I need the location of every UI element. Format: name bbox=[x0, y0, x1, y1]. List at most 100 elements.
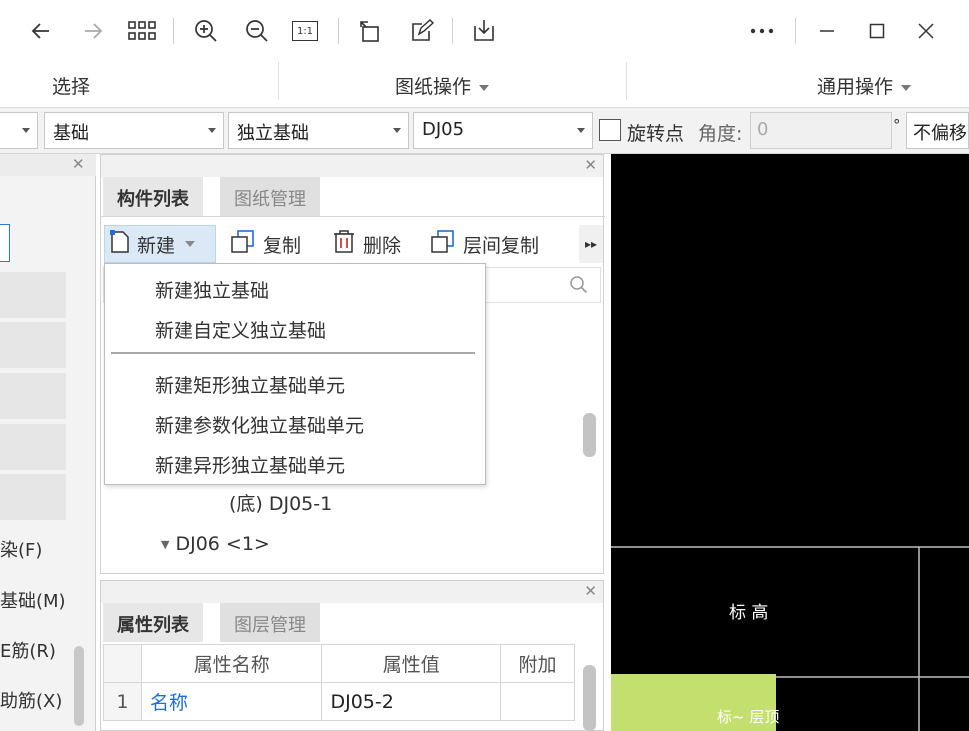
property-scrollbar[interactable] bbox=[583, 665, 596, 731]
category-select-value: 基础 bbox=[53, 123, 89, 144]
table-row[interactable]: 1 名称 DJ05-2 bbox=[103, 682, 575, 721]
close-icon[interactable]: ✕ bbox=[72, 155, 85, 173]
floor-copy-button[interactable]: 层间复制 bbox=[429, 225, 539, 263]
actual-size-button[interactable]: 1:1 bbox=[288, 14, 322, 48]
title-bar: 1:1 bbox=[0, 0, 969, 60]
tab-component-list[interactable]: 构件列表 bbox=[103, 177, 203, 216]
menu-item-new-shaped-unit[interactable]: 新建异形独立基础单元 bbox=[155, 451, 345, 478]
chevron-down-icon bbox=[22, 128, 30, 133]
ribbon-bar: 选择 图纸操作 通用操作 bbox=[0, 60, 969, 108]
zoom-out-icon[interactable] bbox=[240, 14, 274, 48]
chevron-down-icon bbox=[479, 84, 490, 91]
left-nav-tile[interactable] bbox=[0, 373, 66, 419]
zoom-in-icon[interactable] bbox=[189, 14, 223, 48]
type-select-value: 独立基础 bbox=[237, 123, 309, 144]
left-nav-item[interactable]: 助筋(X) bbox=[0, 687, 62, 713]
more-icon[interactable] bbox=[745, 14, 779, 48]
edit-icon[interactable] bbox=[405, 14, 439, 48]
property-name-cell[interactable]: 名称 bbox=[140, 682, 323, 721]
ribbon-group-select[interactable]: 选择 bbox=[52, 72, 90, 99]
floor-copy-button-label: 层间复制 bbox=[463, 234, 540, 257]
ribbon-group-general-ops-label: 通用操作 bbox=[817, 76, 894, 98]
chevron-down-icon bbox=[901, 84, 912, 91]
expand-arrow-icon: ▼ bbox=[161, 538, 170, 551]
ribbon-group-drawing-ops-label: 图纸操作 bbox=[395, 76, 472, 98]
left-nav-panel: ✕ 染(F) 基础(M) E筋(R) 助筋(X) bbox=[0, 154, 96, 731]
menu-item-new-custom-foundation[interactable]: 新建自定义独立基础 bbox=[155, 316, 326, 343]
row-index-header bbox=[103, 644, 142, 683]
component-select-value: DJ05 bbox=[422, 119, 465, 140]
copy-button[interactable]: 复制 bbox=[229, 225, 301, 263]
rotate-point-label: 旋转点 bbox=[627, 123, 685, 145]
delete-button[interactable]: 删除 bbox=[331, 225, 401, 263]
component-panel-header: ✕ bbox=[101, 155, 603, 177]
canvas-label: 标 高 bbox=[729, 603, 769, 623]
offset-select[interactable]: 不偏移 bbox=[906, 112, 969, 149]
download-icon[interactable] bbox=[467, 14, 501, 48]
maximize-icon[interactable] bbox=[860, 14, 894, 48]
canvas-label: 标~ 层顶 bbox=[717, 708, 780, 726]
property-list-panel: ✕ 属性列表 图层管理 属性名称 属性值 附加 1 名称 DJ05-2 bbox=[100, 580, 604, 731]
search-icon[interactable] bbox=[569, 275, 589, 300]
component-scrollbar[interactable] bbox=[583, 413, 596, 457]
separator bbox=[278, 62, 279, 100]
new-button[interactable]: 新建 bbox=[104, 225, 216, 263]
tab-drawing-management[interactable]: 图纸管理 bbox=[220, 177, 320, 216]
angle-label: 角度: bbox=[698, 123, 743, 145]
left-nav-item[interactable]: 基础(M) bbox=[0, 587, 66, 613]
property-table: 属性名称 属性值 附加 1 名称 DJ05-2 bbox=[103, 644, 575, 721]
toolbar-overflow-button[interactable]: ▸▸ bbox=[579, 225, 603, 263]
chevron-down-icon bbox=[393, 128, 401, 133]
floor-select[interactable] bbox=[0, 112, 38, 149]
component-select[interactable]: DJ05 bbox=[413, 112, 593, 149]
new-file-icon bbox=[109, 229, 131, 260]
property-panel-header: ✕ bbox=[101, 581, 603, 603]
new-dropdown-menu: 新建独立基础 新建自定义独立基础 新建矩形独立基础单元 新建参数化独立基础单元 … bbox=[104, 263, 486, 485]
left-nav-tile[interactable] bbox=[0, 474, 66, 520]
separator bbox=[626, 62, 627, 100]
left-nav-item[interactable]: E筋(R) bbox=[0, 637, 56, 663]
close-icon[interactable]: ✕ bbox=[584, 582, 597, 600]
left-search-input[interactable] bbox=[0, 224, 10, 262]
tree-item-group[interactable]: ▼ DJ06 <1> bbox=[161, 533, 270, 555]
separator bbox=[452, 18, 453, 44]
minimize-icon[interactable] bbox=[810, 14, 844, 48]
left-nav-tile[interactable] bbox=[0, 322, 66, 368]
left-scrollbar[interactable] bbox=[74, 646, 84, 726]
copy-icon bbox=[229, 229, 257, 260]
degree-symbol: ° bbox=[893, 116, 901, 134]
left-nav-tile[interactable] bbox=[0, 272, 66, 318]
grid-icon[interactable] bbox=[125, 14, 159, 48]
menu-item-new-param-unit[interactable]: 新建参数化独立基础单元 bbox=[155, 411, 364, 438]
ribbon-group-general-ops[interactable]: 通用操作 bbox=[817, 72, 912, 99]
new-button-label: 新建 bbox=[137, 234, 176, 257]
separator bbox=[338, 18, 339, 44]
table-header-row: 属性名称 属性值 附加 bbox=[103, 644, 575, 683]
property-extra-cell[interactable] bbox=[500, 682, 575, 721]
column-header: 属性值 bbox=[321, 644, 502, 683]
close-icon[interactable] bbox=[909, 14, 943, 48]
left-nav-tile[interactable] bbox=[0, 424, 66, 470]
chevron-down-icon bbox=[208, 128, 216, 133]
menu-item-new-isolated-foundation[interactable]: 新建独立基础 bbox=[155, 276, 269, 303]
drawing-canvas[interactable]: 标 高 标~ 层顶 bbox=[611, 154, 969, 731]
tree-item[interactable]: (底) DJ05-1 bbox=[229, 489, 332, 516]
property-value-cell[interactable]: DJ05-2 bbox=[321, 682, 502, 721]
arrow-right-icon[interactable] bbox=[76, 14, 110, 48]
ribbon-group-drawing-ops[interactable]: 图纸操作 bbox=[395, 72, 490, 99]
menu-item-new-rect-unit[interactable]: 新建矩形独立基础单元 bbox=[155, 371, 345, 398]
separator bbox=[795, 18, 796, 44]
tab-layer-management[interactable]: 图层管理 bbox=[220, 603, 320, 642]
category-select[interactable]: 基础 bbox=[44, 112, 224, 149]
rotate-point-checkbox[interactable] bbox=[599, 119, 621, 141]
rotate-icon[interactable] bbox=[354, 14, 388, 48]
angle-input[interactable]: 0 bbox=[750, 112, 892, 149]
tab-property-list[interactable]: 属性列表 bbox=[103, 603, 203, 642]
left-nav-item[interactable]: 染(F) bbox=[0, 536, 42, 562]
type-select[interactable]: 独立基础 bbox=[228, 112, 409, 149]
close-icon[interactable]: ✕ bbox=[584, 156, 597, 174]
filter-toolbar: 基础 独立基础 DJ05 旋转点 角度: 0 ° 不偏移 bbox=[0, 108, 969, 154]
floor-copy-icon bbox=[429, 229, 457, 260]
actual-size-label: 1:1 bbox=[292, 21, 318, 41]
arrow-left-icon[interactable] bbox=[24, 14, 58, 48]
